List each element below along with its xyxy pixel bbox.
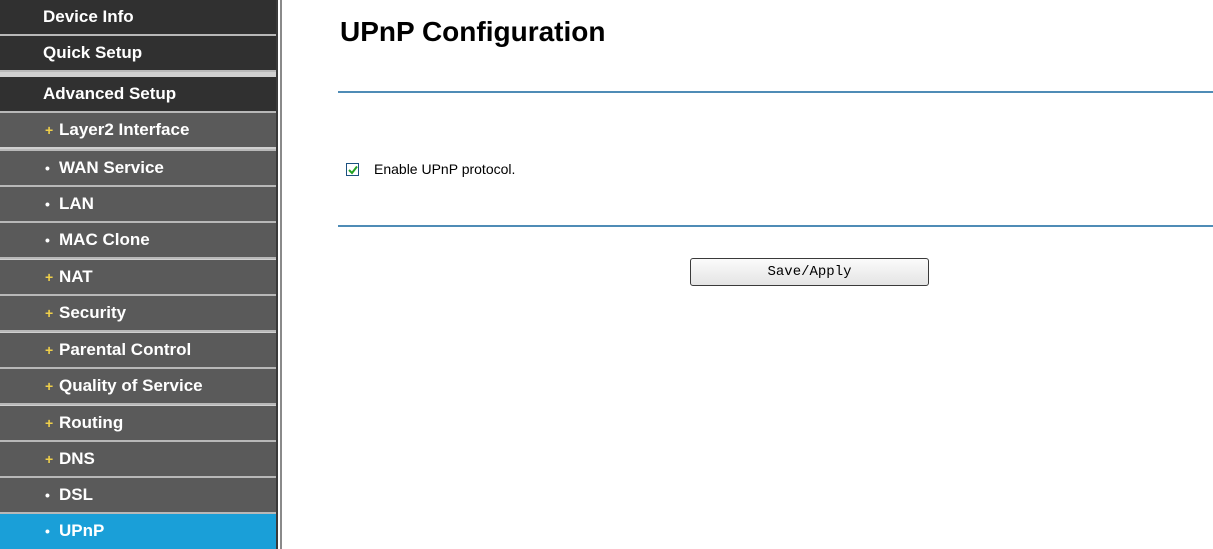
save-apply-button[interactable]: Save/Apply — [690, 258, 929, 286]
nav-label: LAN — [59, 194, 94, 213]
plus-icon: + — [45, 122, 54, 138]
bullet-icon: • — [45, 523, 50, 539]
plus-icon: + — [45, 342, 54, 358]
bullet-icon: • — [45, 232, 50, 248]
nav-lan[interactable]: • LAN — [0, 187, 276, 221]
nav-nat[interactable]: + NAT — [0, 260, 276, 294]
nav-separator — [0, 70, 276, 72]
nav-label: DNS — [59, 449, 95, 468]
nav-label: Quality of Service — [59, 376, 203, 395]
checkmark-icon — [348, 165, 358, 175]
nav-label: Routing — [59, 413, 124, 432]
nav-mac-clone[interactable]: • MAC Clone — [0, 223, 276, 257]
plus-icon: + — [45, 378, 54, 394]
nav-quick-setup[interactable]: Quick Setup — [0, 36, 276, 70]
sidebar: Device Info Quick Setup Advanced Setup +… — [0, 0, 276, 549]
nav-label: UPnP — [59, 521, 105, 540]
section-divider — [338, 225, 1213, 227]
nav-security[interactable]: + Security — [0, 296, 276, 330]
nav-advanced-setup[interactable]: Advanced Setup — [0, 77, 276, 111]
nav-label: Layer2 Interface — [59, 120, 190, 139]
enable-upnp-checkbox[interactable] — [346, 163, 359, 176]
nav-label: Quick Setup — [43, 43, 143, 62]
nav-separator — [0, 330, 276, 332]
nav-label: MAC Clone — [59, 230, 150, 249]
plus-icon: + — [45, 269, 54, 285]
bullet-icon: • — [45, 487, 50, 503]
enable-upnp-label: Enable UPnP protocol. — [374, 161, 516, 177]
nav-routing[interactable]: + Routing — [0, 406, 276, 440]
nav-dns[interactable]: + DNS — [0, 442, 276, 476]
section-divider — [338, 91, 1213, 93]
plus-icon: + — [45, 451, 54, 467]
nav-dsl[interactable]: • DSL — [0, 478, 276, 512]
frame-divider — [280, 0, 282, 549]
nav-label: DSL — [59, 485, 93, 504]
nav-separator — [0, 257, 276, 259]
plus-icon: + — [45, 415, 54, 431]
nav-layer2-interface[interactable]: + Layer2 Interface — [0, 113, 276, 147]
bullet-icon: • — [45, 160, 50, 176]
nav-separator — [0, 403, 276, 405]
nav-quality-of-service[interactable]: + Quality of Service — [0, 369, 276, 403]
nav-label: Advanced Setup — [43, 84, 177, 103]
nav-parental-control[interactable]: + Parental Control — [0, 333, 276, 367]
nav-label: Parental Control — [59, 340, 192, 359]
frame-divider — [276, 0, 278, 549]
nav-upnp[interactable]: • UPnP — [0, 514, 276, 549]
bullet-icon: • — [45, 196, 50, 212]
nav-device-info[interactable]: Device Info — [0, 0, 276, 34]
page-title: UPnP Configuration — [340, 16, 606, 47]
nav-wan-service[interactable]: • WAN Service — [0, 151, 276, 185]
nav-label: WAN Service — [59, 158, 164, 177]
nav-label: Device Info — [43, 7, 134, 26]
nav-label: Security — [59, 303, 127, 322]
nav-label: NAT — [59, 267, 93, 286]
plus-icon: + — [45, 305, 54, 321]
